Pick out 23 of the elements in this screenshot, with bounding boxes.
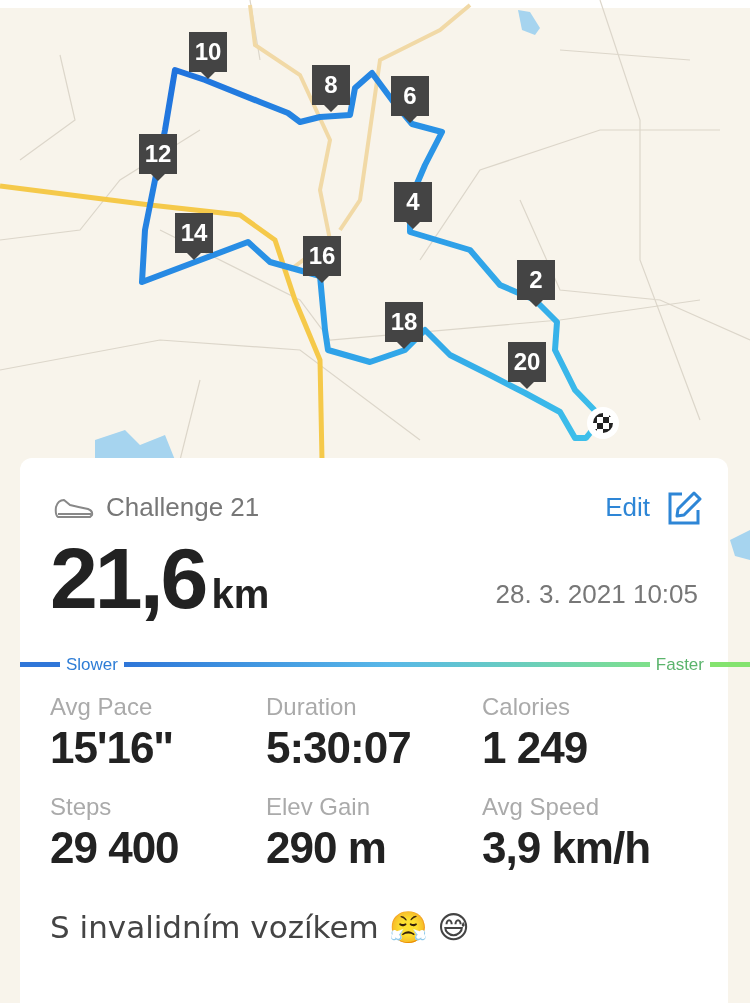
stat-label: Elev Gain — [266, 792, 372, 822]
stat-label: Duration — [266, 692, 358, 722]
stat-label: Avg Pace — [50, 692, 154, 722]
activity-name: Challenge 21 — [106, 491, 260, 524]
stat-value: 15'16" — [50, 722, 175, 774]
stat-value: 1 249 — [482, 722, 589, 774]
stat-value: 290 m — [266, 822, 387, 874]
stat-value: 29 400 — [50, 822, 180, 874]
shoe-icon — [54, 496, 94, 519]
slower-label: Slower — [65, 654, 119, 676]
stat-label: Avg Speed — [482, 792, 600, 822]
distance-unit: km — [211, 571, 270, 618]
edit-button[interactable]: Edit — [605, 488, 702, 527]
faster-label: Faster — [654, 654, 705, 676]
stat-value: 3,9 km/h — [482, 822, 652, 874]
edit-icon — [666, 489, 702, 526]
activity-date: 28. 3. 2021 10:05 — [495, 578, 698, 611]
stat-value: 5:30:07 — [266, 722, 412, 774]
stat-label: Steps — [50, 792, 113, 822]
stat-label: Calories — [482, 692, 572, 722]
distance-value: 21,6 — [50, 533, 206, 623]
finish-flag-icon — [586, 406, 620, 440]
activity-note: S invalidním vozíkem 😤 😅 — [49, 908, 471, 947]
